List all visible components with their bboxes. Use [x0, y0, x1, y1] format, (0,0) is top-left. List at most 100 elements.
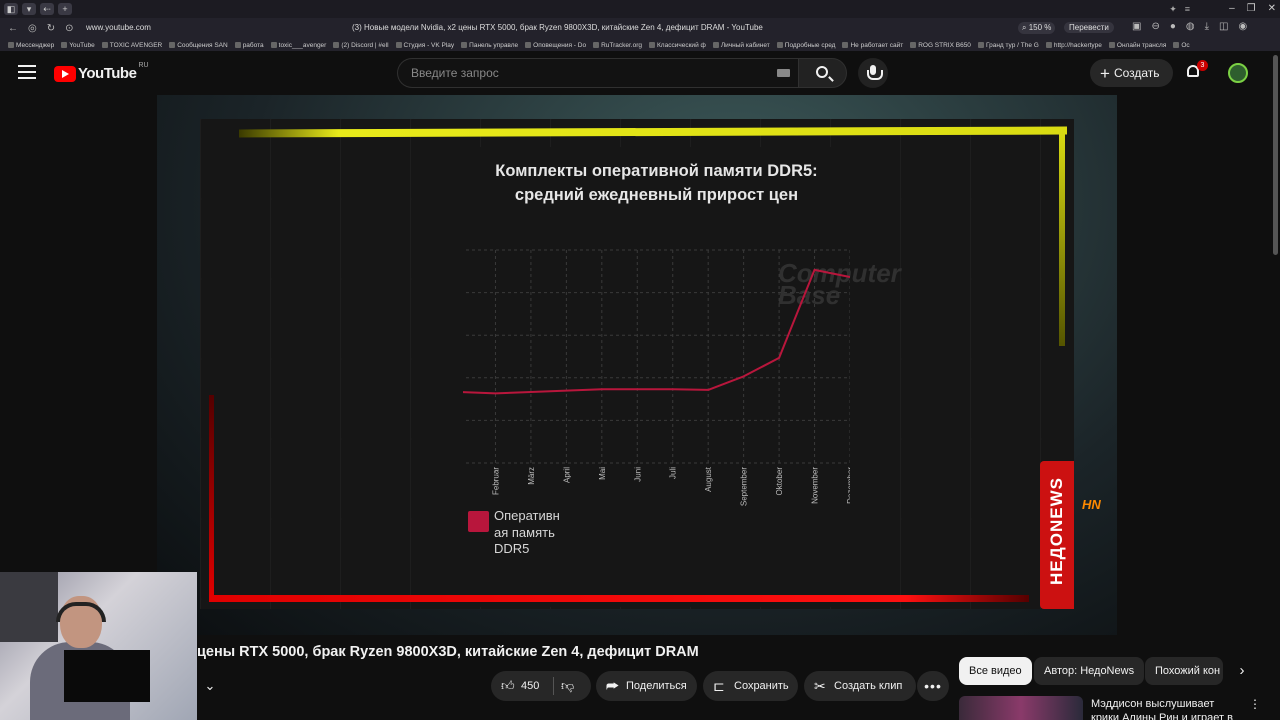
bookmark-favicon-icon	[270, 42, 277, 48]
bookmark-label: ROG STRIX B650	[918, 41, 971, 49]
clip-button[interactable]: ✂ Создать клип	[804, 671, 916, 701]
search-input[interactable]: Введите запрос	[397, 58, 798, 88]
data-point	[494, 392, 497, 395]
webcam-overlay	[0, 572, 197, 720]
bookmark-label: Гранд тур / The G	[985, 41, 1039, 49]
notifications-button[interactable]: 3	[1184, 60, 1208, 83]
x-tick-label: März	[527, 467, 536, 485]
bookmark-item[interactable]: Оповещения - Do	[525, 42, 586, 49]
bookmark-item[interactable]: ROG STRIX B650	[910, 42, 971, 49]
search-placeholder: Введите запрос	[411, 66, 499, 80]
bookmark-item[interactable]: Сообщения SAN	[169, 42, 228, 49]
bookmark-item[interactable]: Студия - VK Play	[395, 42, 454, 49]
bookmark-label: Подробные сред	[784, 41, 836, 49]
app-root: ◧ ▾ ⇠ + ✦ ≡ – ❐ ✕ ← ◎ ↻ ⊙ www.youtube.co…	[0, 0, 1280, 720]
bookmark-item[interactable]: YouTube	[61, 42, 95, 49]
chevron-down-icon[interactable]: ⌄	[197, 676, 223, 696]
tab-list-icon[interactable]: ▾	[22, 3, 36, 15]
bookmark-item[interactable]: работа	[234, 42, 264, 49]
like-button[interactable]: 👍︎ 450	[491, 671, 553, 701]
avatar[interactable]	[1228, 63, 1248, 83]
save-button[interactable]: ⊏ Сохранить	[703, 671, 798, 701]
bookmark-label: Оповещения - Do	[533, 41, 587, 49]
video-player[interactable]: Комплекты оперативной памяти DDR5: средн…	[157, 95, 1117, 635]
bookmark-item[interactable]: RuTracker.org	[593, 42, 642, 49]
bookmark-item[interactable]: Панель управле	[461, 42, 518, 49]
bookmark-item[interactable]: Ос	[1173, 41, 1190, 49]
notification-badge: 3	[1197, 60, 1208, 71]
create-button[interactable]: + Создать	[1090, 59, 1173, 87]
vpn-icon[interactable]: ◍	[1186, 21, 1195, 32]
chart-legend: Оперативная память DDR5	[468, 508, 564, 558]
chevron-right-icon[interactable]: ›	[1232, 661, 1252, 681]
new-tab-icon[interactable]: +	[58, 3, 72, 15]
create-label: Создать	[1113, 66, 1160, 80]
chip-author[interactable]: Автор: НедоNews	[1034, 657, 1145, 685]
bookmark-favicon-icon	[1108, 42, 1115, 48]
legend-swatch	[468, 511, 489, 532]
bookmark-favicon-icon	[712, 42, 719, 48]
x-tick-label: Juli	[669, 467, 678, 479]
youtube-logo[interactable]: YouTube RU	[54, 62, 149, 82]
data-point	[707, 389, 709, 391]
bookmark-item[interactable]: Классический ф	[649, 42, 706, 49]
legend-label: Оперативная память DDR5	[494, 508, 560, 556]
menu-icon[interactable]	[18, 65, 36, 79]
share-button[interactable]: ⮫ Поделиться	[596, 671, 697, 701]
site-info-icon[interactable]: ⊙	[65, 23, 73, 34]
webcam-shelf	[0, 572, 58, 642]
voice-search-icon[interactable]	[858, 58, 888, 88]
bookmark-label: Мессенджер	[16, 41, 55, 49]
bookmark-item[interactable]: TOXIC AVENGER	[101, 42, 162, 49]
reload-icon[interactable]: ↻	[47, 23, 55, 34]
chip-all-videos[interactable]: Все видео	[959, 657, 1032, 685]
bookmark-label: Личный кабинет	[720, 41, 770, 49]
more-actions-button[interactable]: •••	[917, 671, 949, 701]
bookmark-favicon-icon	[910, 42, 917, 48]
chip-similar[interactable]: Похожий кон	[1145, 657, 1223, 685]
data-point	[636, 388, 639, 390]
bookmark-item[interactable]: Подробные сред	[776, 41, 836, 49]
account-icon[interactable]: ◉	[1239, 21, 1248, 32]
close-icon[interactable]: ✕	[1268, 0, 1276, 18]
bookmark-item[interactable]: Онлайн трансля	[1108, 42, 1166, 49]
browser-menu-icon[interactable]: ◧	[4, 3, 18, 15]
kebab-menu-icon[interactable]: ⋮	[1249, 697, 1261, 711]
bookmark-item[interactable]: Личный кабинет	[712, 41, 770, 49]
extensions-icon[interactable]: ✦	[1169, 0, 1177, 18]
bookmark-item[interactable]: (2) Discord | #ell	[333, 42, 389, 49]
recommendation-thumbnail[interactable]	[959, 696, 1083, 720]
screenshot-icon[interactable]: ◫	[1219, 21, 1228, 32]
region-code: RU	[138, 62, 149, 69]
minimize-icon[interactable]: –	[1229, 0, 1235, 18]
download-icon[interactable]: ⤓	[1205, 21, 1209, 32]
url-field[interactable]: www.youtube.com	[86, 23, 151, 32]
forward-arrow-icon[interactable]: ◎	[28, 23, 37, 34]
bookmark-favicon-icon	[1173, 42, 1180, 48]
channel-badge-text: НЕДОNEWS	[1047, 477, 1066, 585]
restore-icon[interactable]: ❐	[1247, 0, 1256, 18]
keyboard-icon[interactable]	[777, 69, 790, 77]
data-point	[671, 388, 674, 390]
bookmark-item[interactable]: Мессенджер	[8, 42, 54, 49]
bookmark-item[interactable]: toxic___avenger	[270, 42, 326, 49]
bookmark-item[interactable]: Гранд тур / The G	[977, 41, 1039, 49]
bookmark-item[interactable]: Не работает сайт	[842, 42, 903, 49]
like-separator	[553, 677, 554, 695]
back-arrow-icon[interactable]: ←	[8, 23, 18, 34]
search-button[interactable]	[798, 58, 847, 88]
recommendation-title[interactable]: Мэддисон выслушивает крики Алины Рин и и…	[1091, 697, 1241, 720]
block-icon[interactable]: ⊖	[1151, 21, 1159, 32]
bookmark-label: Ос	[1181, 41, 1190, 49]
reader-icon[interactable]: ▣	[1132, 21, 1141, 32]
translate-button[interactable]: Перевести	[1064, 22, 1114, 33]
settings-icon[interactable]: ≡	[1185, 0, 1190, 18]
profile-icon[interactable]: ●	[1170, 21, 1176, 32]
x-tick-label: Mai	[598, 467, 607, 480]
dislike-button[interactable]: 👎︎	[561, 679, 575, 693]
x-tick-label: Dezember	[846, 467, 850, 504]
page-scrollbar[interactable]	[1273, 55, 1278, 255]
bookmark-item[interactable]: http://hackertype	[1045, 42, 1102, 49]
zoom-indicator[interactable]: ⌕ 150 %	[1018, 22, 1056, 34]
back-tab-icon[interactable]: ⇠	[40, 3, 54, 15]
